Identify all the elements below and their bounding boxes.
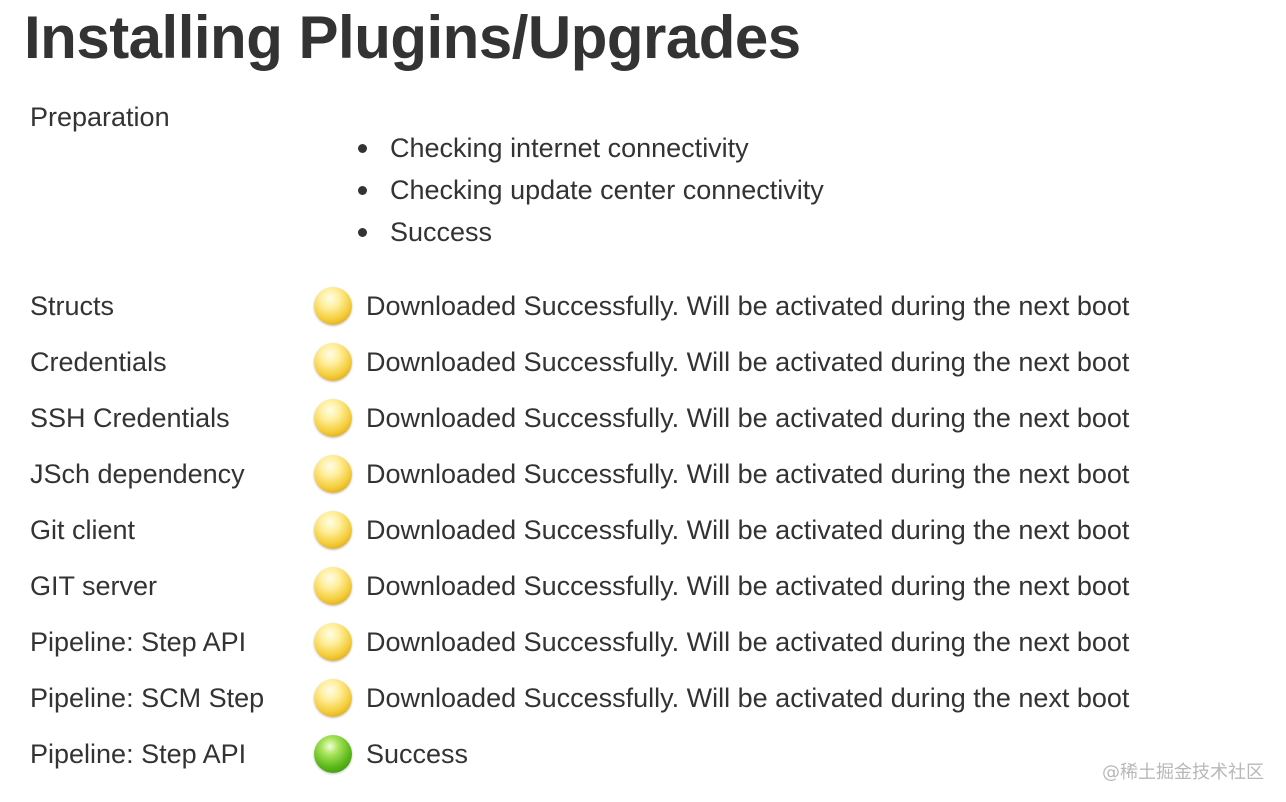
- plugin-row: Pipeline: SCM Step Downloaded Successful…: [30, 671, 1230, 727]
- yellow-ball-icon: [314, 455, 352, 493]
- plugin-name: Structs: [30, 291, 115, 321]
- plugin-status: Downloaded Successfully. Will be activat…: [366, 403, 1130, 433]
- bullet-icon: [358, 144, 367, 153]
- yellow-ball-icon: [314, 511, 352, 549]
- plugin-row: Git client Downloaded Successfully. Will…: [30, 503, 1230, 559]
- plugin-name: Git client: [30, 515, 136, 545]
- page-title: Installing Plugins/Upgrades: [24, 4, 801, 71]
- plugin-name: Pipeline: Step API: [30, 739, 247, 769]
- bullet-icon: [358, 228, 367, 237]
- yellow-ball-icon: [314, 567, 352, 605]
- preparation-steps-list: Checking internet connectivity Checking …: [356, 127, 824, 253]
- preparation-step-text: Success: [390, 217, 493, 247]
- plugin-status: Downloaded Successfully. Will be activat…: [366, 683, 1130, 713]
- plugin-row: Pipeline: Step API Success: [30, 727, 1230, 783]
- plugin-row: Pipeline: Step API Downloaded Successful…: [30, 615, 1230, 671]
- plugin-row: Structs Downloaded Successfully. Will be…: [30, 279, 1230, 335]
- plugin-name: Pipeline: Step API: [30, 627, 247, 657]
- plugin-status-table: Structs Downloaded Successfully. Will be…: [30, 279, 1230, 783]
- yellow-ball-icon: [314, 343, 352, 381]
- preparation-step: Success: [356, 211, 824, 253]
- plugin-status: Downloaded Successfully. Will be activat…: [366, 571, 1130, 601]
- yellow-ball-icon: [314, 679, 352, 717]
- yellow-ball-icon: [314, 287, 352, 325]
- plugin-row: GIT server Downloaded Successfully. Will…: [30, 559, 1230, 615]
- plugin-name: GIT server: [30, 571, 158, 601]
- plugin-status: Downloaded Successfully. Will be activat…: [366, 627, 1130, 657]
- preparation-step-text: Checking update center connectivity: [390, 175, 824, 205]
- preparation-step-text: Checking internet connectivity: [390, 133, 749, 163]
- plugin-status: Downloaded Successfully. Will be activat…: [366, 291, 1130, 321]
- plugin-status: Downloaded Successfully. Will be activat…: [366, 459, 1130, 489]
- preparation-step: Checking internet connectivity: [356, 127, 824, 169]
- plugin-status: Downloaded Successfully. Will be activat…: [366, 515, 1130, 545]
- preparation-step: Checking update center connectivity: [356, 169, 824, 211]
- yellow-ball-icon: [314, 623, 352, 661]
- plugin-row: SSH Credentials Downloaded Successfully.…: [30, 391, 1230, 447]
- plugin-row: JSch dependency Downloaded Successfully.…: [30, 447, 1230, 503]
- plugin-status: Success: [366, 739, 469, 769]
- plugin-name: Pipeline: SCM Step: [30, 683, 265, 713]
- plugin-name: JSch dependency: [30, 459, 245, 489]
- plugin-status: Downloaded Successfully. Will be activat…: [366, 347, 1130, 377]
- preparation-label: Preparation: [30, 102, 170, 132]
- plugin-name: SSH Credentials: [30, 403, 230, 433]
- green-ball-icon: [314, 735, 352, 773]
- plugin-name: Credentials: [30, 347, 167, 377]
- yellow-ball-icon: [314, 399, 352, 437]
- bullet-icon: [358, 186, 367, 195]
- plugin-row: Credentials Downloaded Successfully. Wil…: [30, 335, 1230, 391]
- watermark: @稀土掘金技术社区: [1102, 762, 1264, 783]
